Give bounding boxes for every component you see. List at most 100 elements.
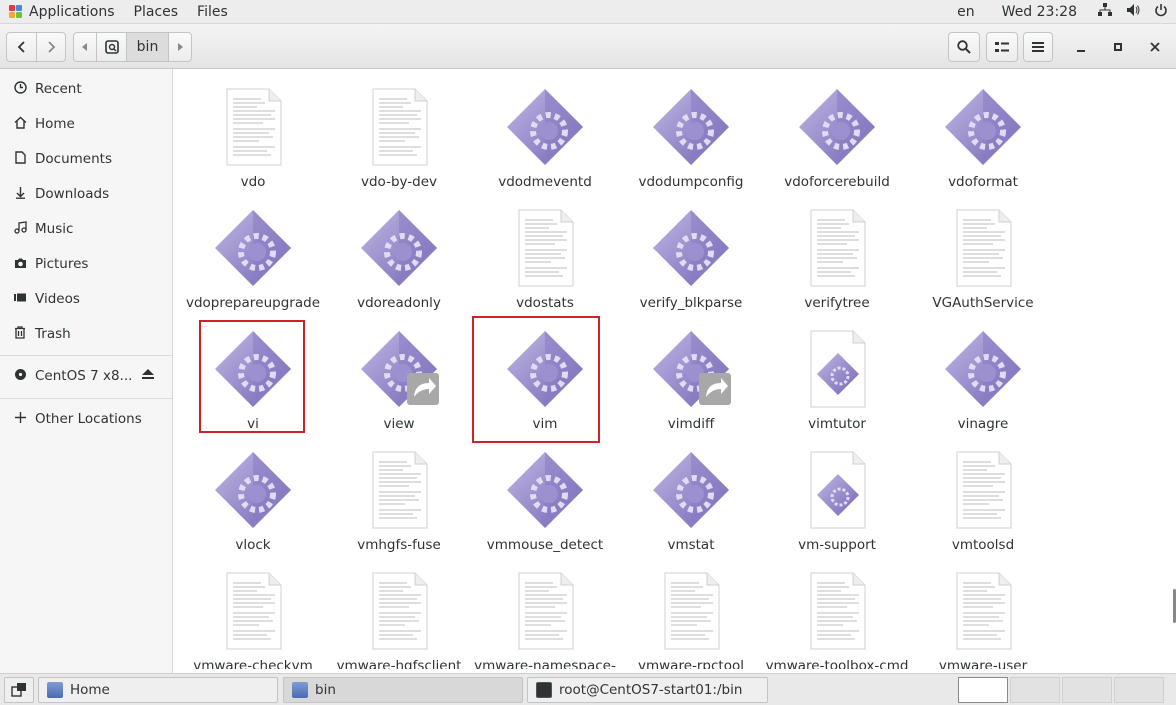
file-item[interactable]: vmware-user [910, 561, 1056, 669]
executable-icon [213, 208, 293, 288]
file-item[interactable]: vimdiff [618, 319, 764, 440]
file-item[interactable]: vdodmeventd [472, 77, 618, 198]
file-item[interactable]: vdodumpconfig [618, 77, 764, 198]
file-item[interactable]: vm-support [764, 440, 910, 561]
file-manager-icon [292, 682, 308, 698]
file-view[interactable]: vdo vdo-by-dev vdodmeventd vdodumpconfig vdo… [174, 69, 1176, 669]
file-item[interactable]: vmware-namespace- [472, 561, 618, 669]
file-item[interactable]: vmware-toolbox-cmd [764, 561, 910, 669]
text-file-icon [651, 571, 731, 651]
sidebar-item-trash[interactable]: Trash [0, 319, 172, 349]
workspace-1[interactable] [958, 677, 1008, 703]
file-item[interactable]: verify_blkparse [618, 198, 764, 319]
network-icon[interactable] [1098, 2, 1112, 21]
music-icon [13, 221, 27, 237]
file-name: vmware-rpctool [638, 658, 744, 669]
task-home[interactable]: Home [38, 677, 278, 703]
sidebar-item-recent[interactable]: Recent [0, 74, 172, 104]
camera-icon [13, 257, 27, 272]
file-item[interactable]: vdostats [472, 198, 618, 319]
text-file-icon [359, 450, 439, 530]
file-item[interactable]: vmware-rpctool [618, 561, 764, 669]
executable-icon [359, 329, 439, 409]
view-toggle-button[interactable] [986, 32, 1018, 62]
files-menu[interactable]: Files [187, 0, 237, 24]
download-icon [13, 186, 27, 202]
desktop-icon [11, 683, 26, 697]
workspace-4[interactable] [1114, 677, 1164, 703]
file-item[interactable]: vdo-by-dev [326, 77, 472, 198]
file-item[interactable]: vmware-hgfsclient [326, 561, 472, 669]
file-item[interactable]: vmtoolsd [910, 440, 1056, 561]
files-label: Files [197, 3, 228, 20]
task-bin[interactable]: bin [283, 677, 523, 703]
search-button[interactable] [948, 32, 980, 62]
file-item[interactable]: view [326, 319, 472, 440]
sidebar-item-label: Recent [35, 81, 82, 97]
eject-icon[interactable] [142, 369, 154, 383]
file-item[interactable]: vdoreadonly [326, 198, 472, 319]
sidebar-item-device[interactable]: CentOS 7 x8... [0, 361, 172, 391]
sidebar-item-videos[interactable]: Videos [0, 284, 172, 314]
minimize-button[interactable] [1070, 36, 1092, 58]
path-root-button[interactable] [96, 33, 126, 61]
file-item[interactable]: vmhgfs-fuse [326, 440, 472, 561]
file-name: vdo [240, 174, 266, 190]
close-button[interactable] [1144, 36, 1166, 58]
text-file-icon [943, 450, 1023, 530]
sidebar-item-label: Home [35, 116, 75, 132]
file-name: vmhgfs-fuse [357, 537, 441, 553]
file-item[interactable]: vdoformat [910, 77, 1056, 198]
forward-button[interactable] [36, 33, 65, 61]
file-name: view [383, 416, 415, 432]
clock[interactable]: Wed 23:28 [1002, 4, 1077, 20]
sidebar-item-pictures[interactable]: Pictures [0, 249, 172, 279]
file-item[interactable]: verifytree [764, 198, 910, 319]
maximize-button[interactable] [1107, 36, 1129, 58]
chevron-right-icon [48, 41, 56, 53]
file-name: vmware-namespace- [474, 658, 616, 669]
path-label: bin [136, 39, 159, 55]
back-button[interactable] [7, 33, 36, 61]
file-item[interactable]: vmstat [618, 440, 764, 561]
home-icon [13, 116, 27, 132]
chevron-left-icon [17, 41, 25, 53]
triangle-left-icon [82, 43, 87, 51]
sidebar-item-documents[interactable]: Documents [0, 144, 172, 174]
volume-icon[interactable] [1126, 3, 1140, 21]
text-file-icon [797, 571, 877, 651]
sidebar-item-home[interactable]: Home [0, 109, 172, 139]
applications-menu[interactable]: Applications [0, 0, 124, 24]
file-item[interactable]: vdo [180, 77, 326, 198]
search-icon [957, 40, 971, 54]
file-item[interactable]: vdoforcerebuild [764, 77, 910, 198]
sidebar-item-music[interactable]: Music [0, 214, 172, 244]
file-item[interactable]: vinagre [910, 319, 1056, 440]
path-scroll-right[interactable] [168, 33, 191, 61]
show-desktop-button[interactable] [4, 677, 34, 703]
text-file-icon [797, 208, 877, 288]
executable-icon [797, 87, 877, 167]
sidebar-item-other-locations[interactable]: Other Locations [0, 404, 172, 434]
file-item[interactable]: vimtutor [764, 319, 910, 440]
workspace-2[interactable] [1010, 677, 1060, 703]
file-name: vmtoolsd [951, 537, 1015, 553]
file-item[interactable]: VGAuthService [910, 198, 1056, 319]
menu-button[interactable] [1023, 32, 1053, 62]
power-icon[interactable] [1154, 3, 1168, 21]
path-segment-bin[interactable]: bin [126, 33, 168, 61]
file-name: vm-support [798, 537, 876, 553]
places-menu[interactable]: Places [124, 0, 188, 24]
file-item[interactable]: vmmouse_detect [472, 440, 618, 561]
terminal-icon [536, 682, 552, 698]
input-language[interactable]: en [957, 4, 975, 20]
file-item[interactable]: vdopreparеupgrade [180, 198, 326, 319]
task-terminal[interactable]: root@CentOS7-start01:/bin [527, 677, 768, 703]
text-file-icon [505, 571, 585, 651]
workspace-3[interactable] [1062, 677, 1112, 703]
file-item[interactable]: vmware-checkvm [180, 561, 326, 669]
path-scroll-left[interactable] [74, 33, 96, 61]
sidebar-item-downloads[interactable]: Downloads [0, 179, 172, 209]
file-item[interactable]: vlock [180, 440, 326, 561]
file-name: vmware-checkvm [193, 658, 313, 669]
